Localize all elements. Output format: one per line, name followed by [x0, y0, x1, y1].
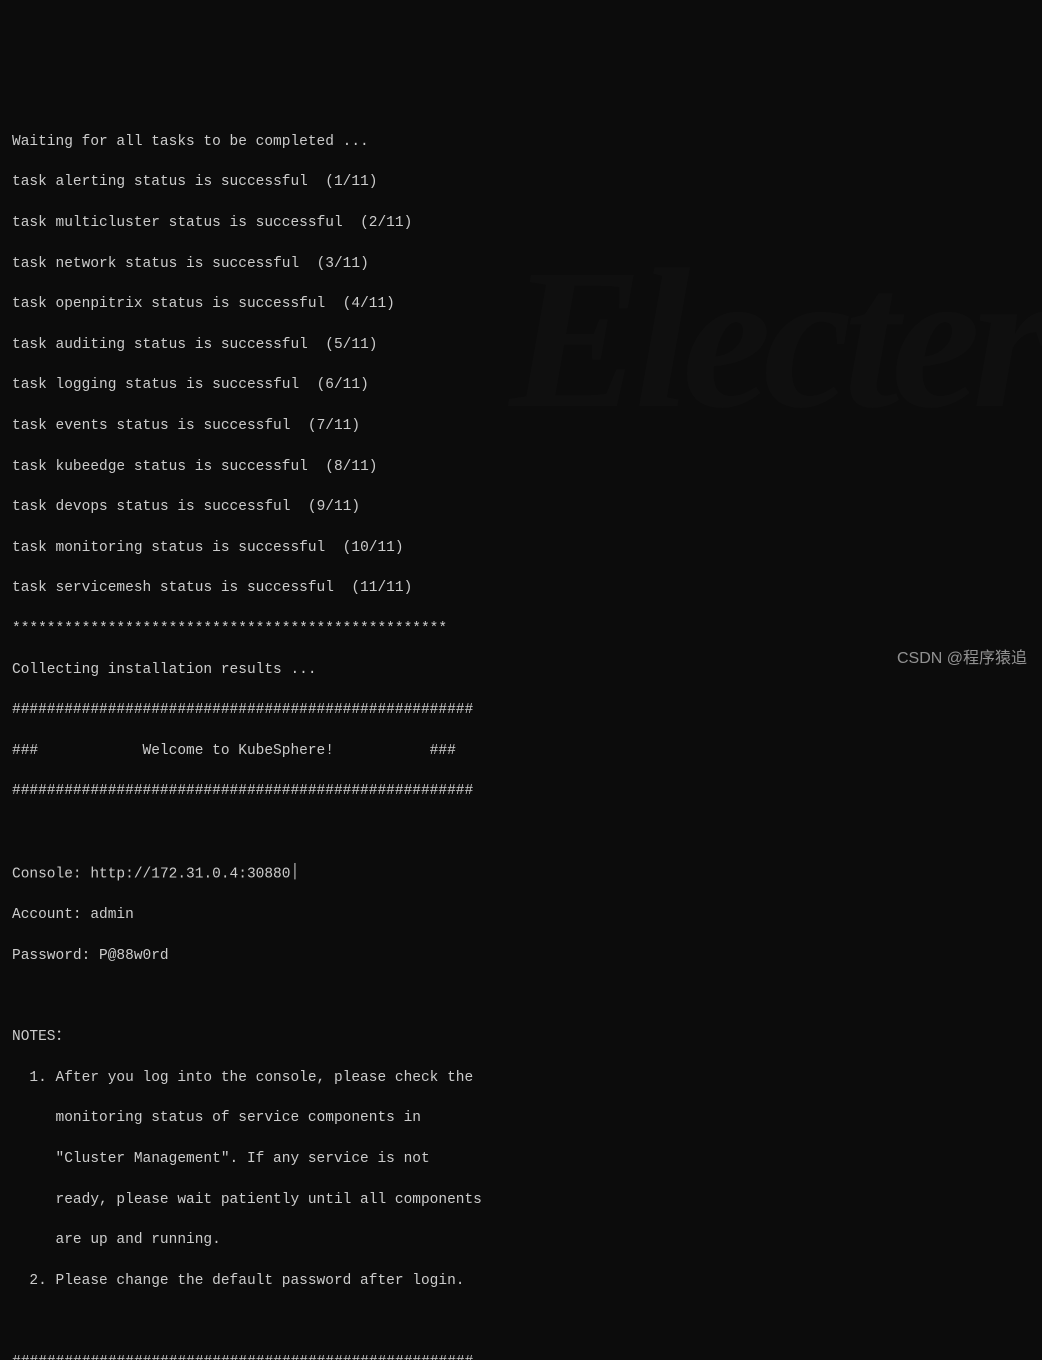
task-counter: (4/11) [343, 296, 395, 312]
task-counter: (8/11) [325, 459, 377, 475]
note-line: are up and running. [12, 1230, 1030, 1250]
note-line: ready, please wait patiently until all c… [12, 1190, 1030, 1210]
task-counter: (5/11) [325, 337, 377, 353]
task-line: task logging status is successful (6/11) [12, 375, 1030, 395]
console-line: Console: http://172.31.0.4:30880│ [12, 862, 1030, 885]
notes-heading: NOTES： [12, 1027, 1030, 1047]
note-line: "Cluster Management". If any service is … [12, 1149, 1030, 1169]
hash-divider: ########################################… [12, 1352, 1030, 1360]
task-counter: (7/11) [308, 418, 360, 434]
task-name: logging [56, 377, 117, 393]
task-name: events [56, 418, 108, 434]
task-name: network [56, 256, 117, 272]
task-line: task auditing status is successful (5/11… [12, 335, 1030, 355]
text-cursor-icon: │ [290, 862, 299, 882]
task-counter: (2/11) [360, 215, 412, 231]
task-counter: (6/11) [317, 377, 369, 393]
task-name: alerting [56, 174, 126, 190]
task-line: task multicluster status is successful (… [12, 213, 1030, 233]
blank-line [12, 1311, 1030, 1331]
task-line: task monitoring status is successful (10… [12, 538, 1030, 558]
task-line: task servicemesh status is successful (1… [12, 578, 1030, 598]
blank-line [12, 987, 1030, 1007]
task-name: kubeedge [56, 459, 126, 475]
collecting-line: Collecting installation results ... [12, 660, 1030, 680]
note-line: 1. After you log into the console, pleas… [12, 1068, 1030, 1088]
task-counter: (3/11) [317, 256, 369, 272]
account-line: Account: admin [12, 905, 1030, 925]
task-name: devops [56, 499, 108, 515]
note-line: 2. Please change the default password af… [12, 1271, 1030, 1291]
console-label: Console: [12, 867, 90, 883]
waiting-line: Waiting for all tasks to be completed ..… [12, 132, 1030, 152]
task-line: task network status is successful (3/11) [12, 254, 1030, 274]
task-counter: (10/11) [343, 540, 404, 556]
task-name: openpitrix [56, 296, 143, 312]
console-url: http://172.31.0.4:30880 [90, 867, 290, 883]
password-line: Password: P@88w0rd [12, 946, 1030, 966]
blank-line [12, 822, 1030, 842]
task-counter: (11/11) [351, 580, 412, 596]
note-line: monitoring status of service components … [12, 1108, 1030, 1128]
star-divider: ****************************************… [12, 619, 1030, 639]
task-name: multicluster [56, 215, 160, 231]
task-name: monitoring [56, 540, 143, 556]
task-line: task openpitrix status is successful (4/… [12, 294, 1030, 314]
hash-divider: ########################################… [12, 781, 1030, 801]
welcome-line: ### Welcome to KubeSphere! ### [12, 741, 1030, 761]
task-line: task events status is successful (7/11) [12, 416, 1030, 436]
task-line: task alerting status is successful (1/11… [12, 172, 1030, 192]
task-line: task devops status is successful (9/11) [12, 497, 1030, 517]
task-line: task kubeedge status is successful (8/11… [12, 457, 1030, 477]
task-counter: (9/11) [308, 499, 360, 515]
task-name: auditing [56, 337, 126, 353]
task-name: servicemesh [56, 580, 152, 596]
hash-divider: ########################################… [12, 700, 1030, 720]
task-counter: (1/11) [325, 174, 377, 190]
